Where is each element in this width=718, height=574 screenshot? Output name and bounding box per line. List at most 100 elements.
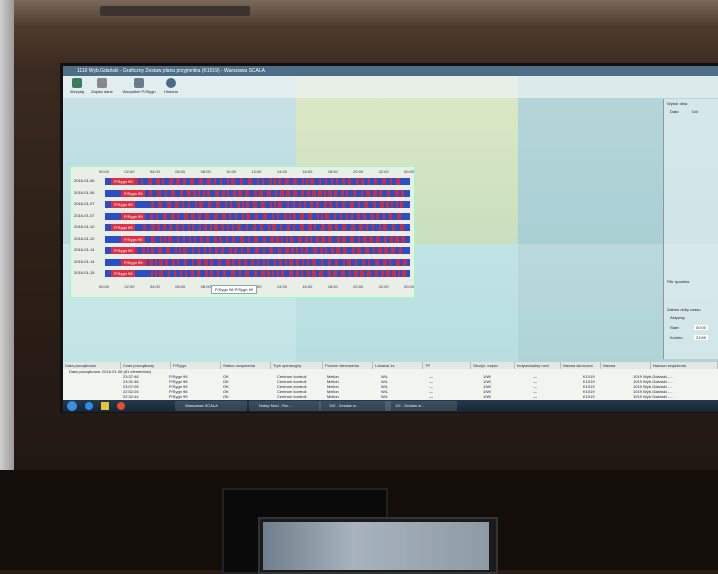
- table-header[interactable]: Status urządzenia: [221, 362, 271, 369]
- gantt-segment: [235, 212, 237, 220]
- gantt-segment: [364, 201, 368, 208]
- gantt-segment: [205, 212, 209, 220]
- table-header[interactable]: Skrzyż. część.: [471, 362, 515, 369]
- table-header[interactable]: Nazwa: [601, 362, 651, 369]
- gantt-segment: [151, 201, 154, 208]
- gantt-segment: [199, 224, 201, 231]
- table-header[interactable]: Lokalna 1s: [373, 362, 423, 369]
- table-header[interactable]: Data początkowa: [63, 362, 121, 369]
- gantt-segment: [289, 258, 293, 266]
- gantt-segment: [352, 247, 355, 254]
- taskbar-task[interactable]: Warszawa SCALA: [175, 401, 247, 411]
- table-header[interactable]: Czas początkowy: [121, 362, 171, 369]
- gantt-segment: [334, 212, 336, 220]
- gantt-segment: [299, 201, 301, 208]
- table-header[interactable]: Nazwa skrócona: [561, 362, 601, 369]
- gantt-row[interactable]: P/Sygn 99: [105, 201, 410, 208]
- gantt-segment: [375, 270, 378, 277]
- taskbar-task[interactable]: Notep Mod - Rur...: [249, 401, 321, 411]
- gantt-row[interactable]: P/Sygn 99: [105, 258, 410, 266]
- gantt-row[interactable]: P/Sygn 99: [105, 224, 410, 231]
- table-header[interactable]: P/Sygn.: [171, 362, 221, 369]
- gantt-segment: [396, 258, 400, 266]
- gantt-segment: [308, 224, 312, 231]
- gantt-segment: [391, 247, 395, 254]
- table-header[interactable]: TP: [423, 362, 471, 369]
- media-icon[interactable]: [117, 402, 125, 410]
- gantt-segment: [357, 247, 361, 254]
- time-tick: 22:00: [378, 169, 389, 174]
- gantt-segment: [205, 270, 208, 277]
- table-header[interactable]: Poziom sterowania: [323, 362, 373, 369]
- history-button[interactable]: Historia: [161, 78, 181, 96]
- gantt-segment: [328, 235, 332, 243]
- gantt-segment: [190, 178, 194, 185]
- gantt-segment: [157, 189, 161, 197]
- gantt-segment: [182, 201, 184, 208]
- time-tick: 18:00: [327, 284, 338, 289]
- gantt-segment: [402, 270, 406, 277]
- history-icon: [166, 78, 176, 88]
- gantt-segment: [182, 224, 184, 231]
- active-checkbox[interactable]: Aktywny: [670, 315, 685, 320]
- gantt-segment: [270, 201, 272, 208]
- gantt-segment: [263, 235, 266, 243]
- table-header[interactable]: Indywidualny ruch: [515, 362, 561, 369]
- gantt-segment: [373, 201, 376, 208]
- gantt-segment: [342, 224, 346, 231]
- gantt-date-label: 2016-01-06: [74, 178, 95, 183]
- table-header[interactable]: Tryb operacyjny: [271, 362, 323, 369]
- gantt-row[interactable]: P/Sygn 99: [105, 212, 410, 220]
- gantt-segment: [351, 224, 355, 231]
- start-icon[interactable]: [67, 401, 77, 411]
- gantt-segment: [239, 270, 241, 277]
- table-row[interactable]: 22:32:44 P/Sygn 99 OK Centrum kontroli Mello…: [63, 394, 718, 399]
- gantt-segment: [225, 201, 227, 208]
- gantt-segment: [221, 247, 224, 254]
- gantt-segment: [274, 201, 276, 208]
- gantt-segment: [374, 178, 377, 185]
- date-section-label: Wybór dnia: [667, 101, 688, 106]
- folder-icon[interactable]: [101, 402, 109, 410]
- window-title-bar: 1110 Wyb.Gdański - Graficzny Zestaw plan…: [63, 66, 718, 76]
- load-button[interactable]: Wczytaj: [67, 78, 87, 96]
- gantt-segment: [232, 224, 234, 231]
- gantt-segment: [320, 247, 323, 254]
- gantt-segment: [204, 247, 206, 254]
- gantt-segment: [220, 178, 222, 185]
- windows-taskbar: Warszawa SCALA Notep Mod - Rur... 110 - Ze…: [63, 400, 718, 412]
- gantt-segment: [247, 247, 250, 254]
- end-time-input[interactable]: 23:59: [694, 335, 709, 340]
- gantt-segment: [340, 212, 342, 220]
- gantt-row[interactable]: P/Sygn 99: [105, 270, 410, 277]
- gantt-row[interactable]: P/Sygn 99: [105, 189, 410, 197]
- gantt-segment: [156, 212, 158, 220]
- gantt-segment: [274, 258, 276, 266]
- gantt-segment: [329, 201, 332, 208]
- gantt-segment: [176, 224, 179, 231]
- time-tick: 08:00: [200, 284, 211, 289]
- browser-icon[interactable]: [85, 402, 93, 410]
- gantt-segment: [168, 270, 170, 277]
- gantt-row[interactable]: P/Sygn 99: [105, 247, 410, 254]
- start-time-input[interactable]: 00:00: [694, 325, 709, 330]
- time-tick: 18:00: [327, 169, 338, 174]
- all-signals-button[interactable]: Wszystkie P/Stygn: [119, 78, 159, 96]
- gantt-segment: [162, 178, 164, 185]
- gantt-segment: [383, 258, 387, 266]
- gantt-row[interactable]: P/Sygn 99: [105, 235, 410, 243]
- taskbar-task[interactable]: 1/2 - Zestaw w...: [385, 401, 457, 411]
- gantt-segment: [155, 258, 157, 266]
- gantt-segment: [291, 247, 294, 254]
- save-data-button[interactable]: Zapisz dane: [89, 78, 115, 96]
- gantt-row[interactable]: P/Sygn 99: [105, 178, 410, 185]
- gantt-segment: [348, 178, 351, 185]
- gantt-segment: [222, 189, 225, 197]
- gantt-segment: [335, 224, 338, 231]
- gantt-segment: [245, 270, 249, 277]
- table-header[interactable]: Nazwa urządzenia: [651, 362, 718, 369]
- taskbar-task[interactable]: 110 - Zestaw w...: [319, 401, 391, 411]
- events-table: Data początkowa Czas początkowy P/Sygn. Sta…: [63, 362, 718, 400]
- gantt-segment: [300, 224, 304, 231]
- gantt-segment: [400, 224, 404, 231]
